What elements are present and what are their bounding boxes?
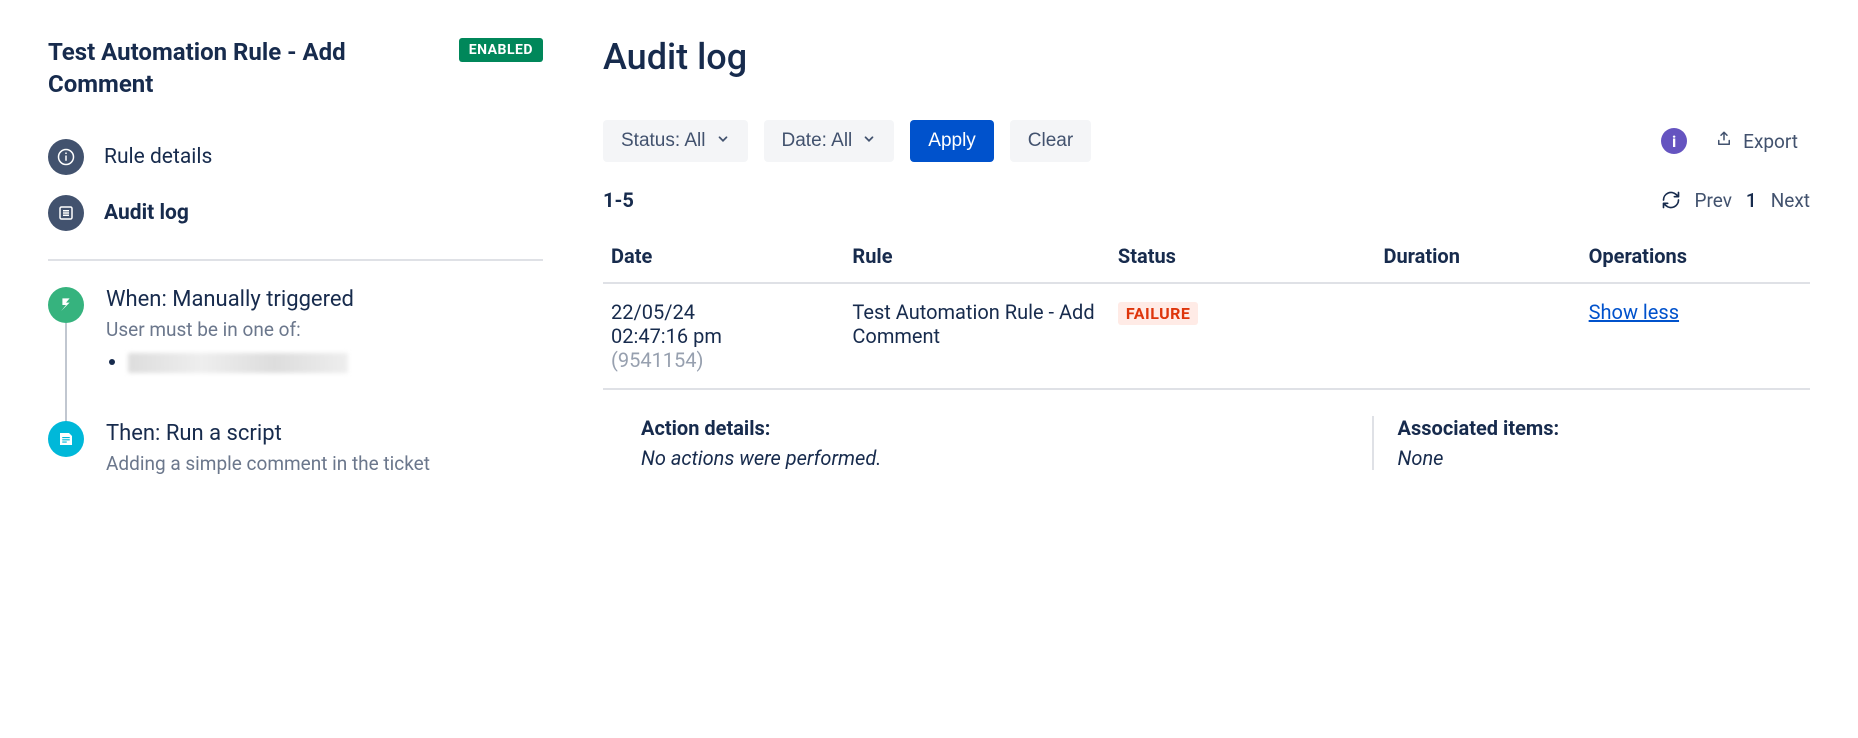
pager-next[interactable]: Next — [1771, 189, 1810, 212]
trigger-icon — [48, 287, 84, 323]
rule-header: Test Automation Rule - Add Comment ENABL… — [48, 36, 543, 101]
cell-status: FAILURE — [1110, 283, 1376, 389]
apply-button[interactable]: Apply — [910, 120, 994, 162]
chevron-down-icon — [862, 130, 876, 152]
col-date: Date — [603, 230, 844, 283]
refresh-icon[interactable] — [1661, 190, 1681, 210]
export-icon — [1715, 130, 1733, 153]
nav-label-audit: Audit log — [104, 201, 189, 225]
cell-rule: Test Automation Rule - Add Comment — [844, 283, 1110, 389]
table-row: 22/05/24 02:47:16 pm (9541154) Test Auto… — [603, 283, 1810, 389]
pager-row: 1-5 Prev 1 Next — [603, 188, 1810, 212]
associated-items: Associated items: None — [1372, 416, 1802, 470]
script-icon — [48, 421, 84, 457]
nav-label-details: Rule details — [104, 145, 212, 169]
col-status: Status — [1110, 230, 1376, 283]
status-badge-enabled: ENABLED — [459, 38, 543, 62]
cell-date: 22/05/24 02:47:16 pm (9541154) — [603, 283, 844, 389]
date-id: (9541154) — [611, 348, 836, 372]
associated-items-label: Associated items: — [1398, 416, 1778, 440]
action-details: Action details: No actions were performe… — [611, 416, 1372, 470]
export-label: Export — [1743, 130, 1798, 153]
pager-prev[interactable]: Prev — [1695, 189, 1732, 212]
page-title: Audit log — [603, 36, 1810, 78]
col-operations: Operations — [1581, 230, 1810, 283]
list-icon — [48, 195, 84, 231]
result-range: 1-5 — [603, 188, 634, 212]
associated-items-value: None — [1398, 446, 1778, 470]
cell-duration — [1375, 283, 1580, 389]
date-filter-label: Date: All — [782, 130, 853, 152]
nav-rule-details[interactable]: Rule details — [48, 129, 543, 185]
cell-operations: Show less — [1581, 283, 1810, 389]
status-failure-badge: FAILURE — [1118, 302, 1198, 325]
date-filter[interactable]: Date: All — [764, 120, 895, 162]
main-content: Audit log Status: All Date: All Apply Cl… — [603, 36, 1810, 486]
info-icon — [48, 139, 84, 175]
status-filter-label: Status: All — [621, 130, 706, 152]
date-line1: 22/05/24 — [611, 300, 836, 324]
export-button[interactable]: Export — [1703, 122, 1810, 161]
col-duration: Duration — [1375, 230, 1580, 283]
clear-button[interactable]: Clear — [1010, 120, 1091, 162]
rule-title: Test Automation Rule - Add Comment — [48, 36, 443, 101]
trigger-step[interactable]: When: Manually triggered User must be in… — [48, 287, 543, 373]
show-less-link[interactable]: Show less — [1589, 300, 1679, 324]
sidebar: Test Automation Rule - Add Comment ENABL… — [48, 36, 543, 486]
status-filter[interactable]: Status: All — [603, 120, 748, 162]
pager-page: 1 — [1746, 189, 1757, 212]
audit-table: Date Rule Status Duration Operations 22/… — [603, 230, 1810, 486]
action-details-value: No actions were performed. — [641, 446, 1348, 470]
action-title: Then: Run a script — [106, 421, 543, 446]
trigger-title: When: Manually triggered — [106, 287, 543, 312]
info-badge[interactable]: i — [1661, 128, 1687, 154]
nav-audit-log[interactable]: Audit log — [48, 185, 543, 241]
redacted-user — [128, 353, 348, 373]
details-row: Action details: No actions were performe… — [603, 389, 1810, 486]
action-subtitle: Adding a simple comment in the ticket — [106, 452, 543, 475]
chevron-down-icon — [716, 130, 730, 152]
date-line2: 02:47:16 pm — [611, 324, 836, 348]
divider — [48, 259, 543, 261]
rule-steps: When: Manually triggered User must be in… — [48, 287, 543, 475]
action-step[interactable]: Then: Run a script Adding a simple comme… — [48, 421, 543, 475]
filter-toolbar: Status: All Date: All Apply Clear i Expo… — [603, 120, 1810, 162]
action-details-label: Action details: — [641, 416, 1348, 440]
trigger-subtitle: User must be in one of: — [106, 318, 543, 341]
col-rule: Rule — [844, 230, 1110, 283]
trigger-user-item — [128, 349, 543, 373]
